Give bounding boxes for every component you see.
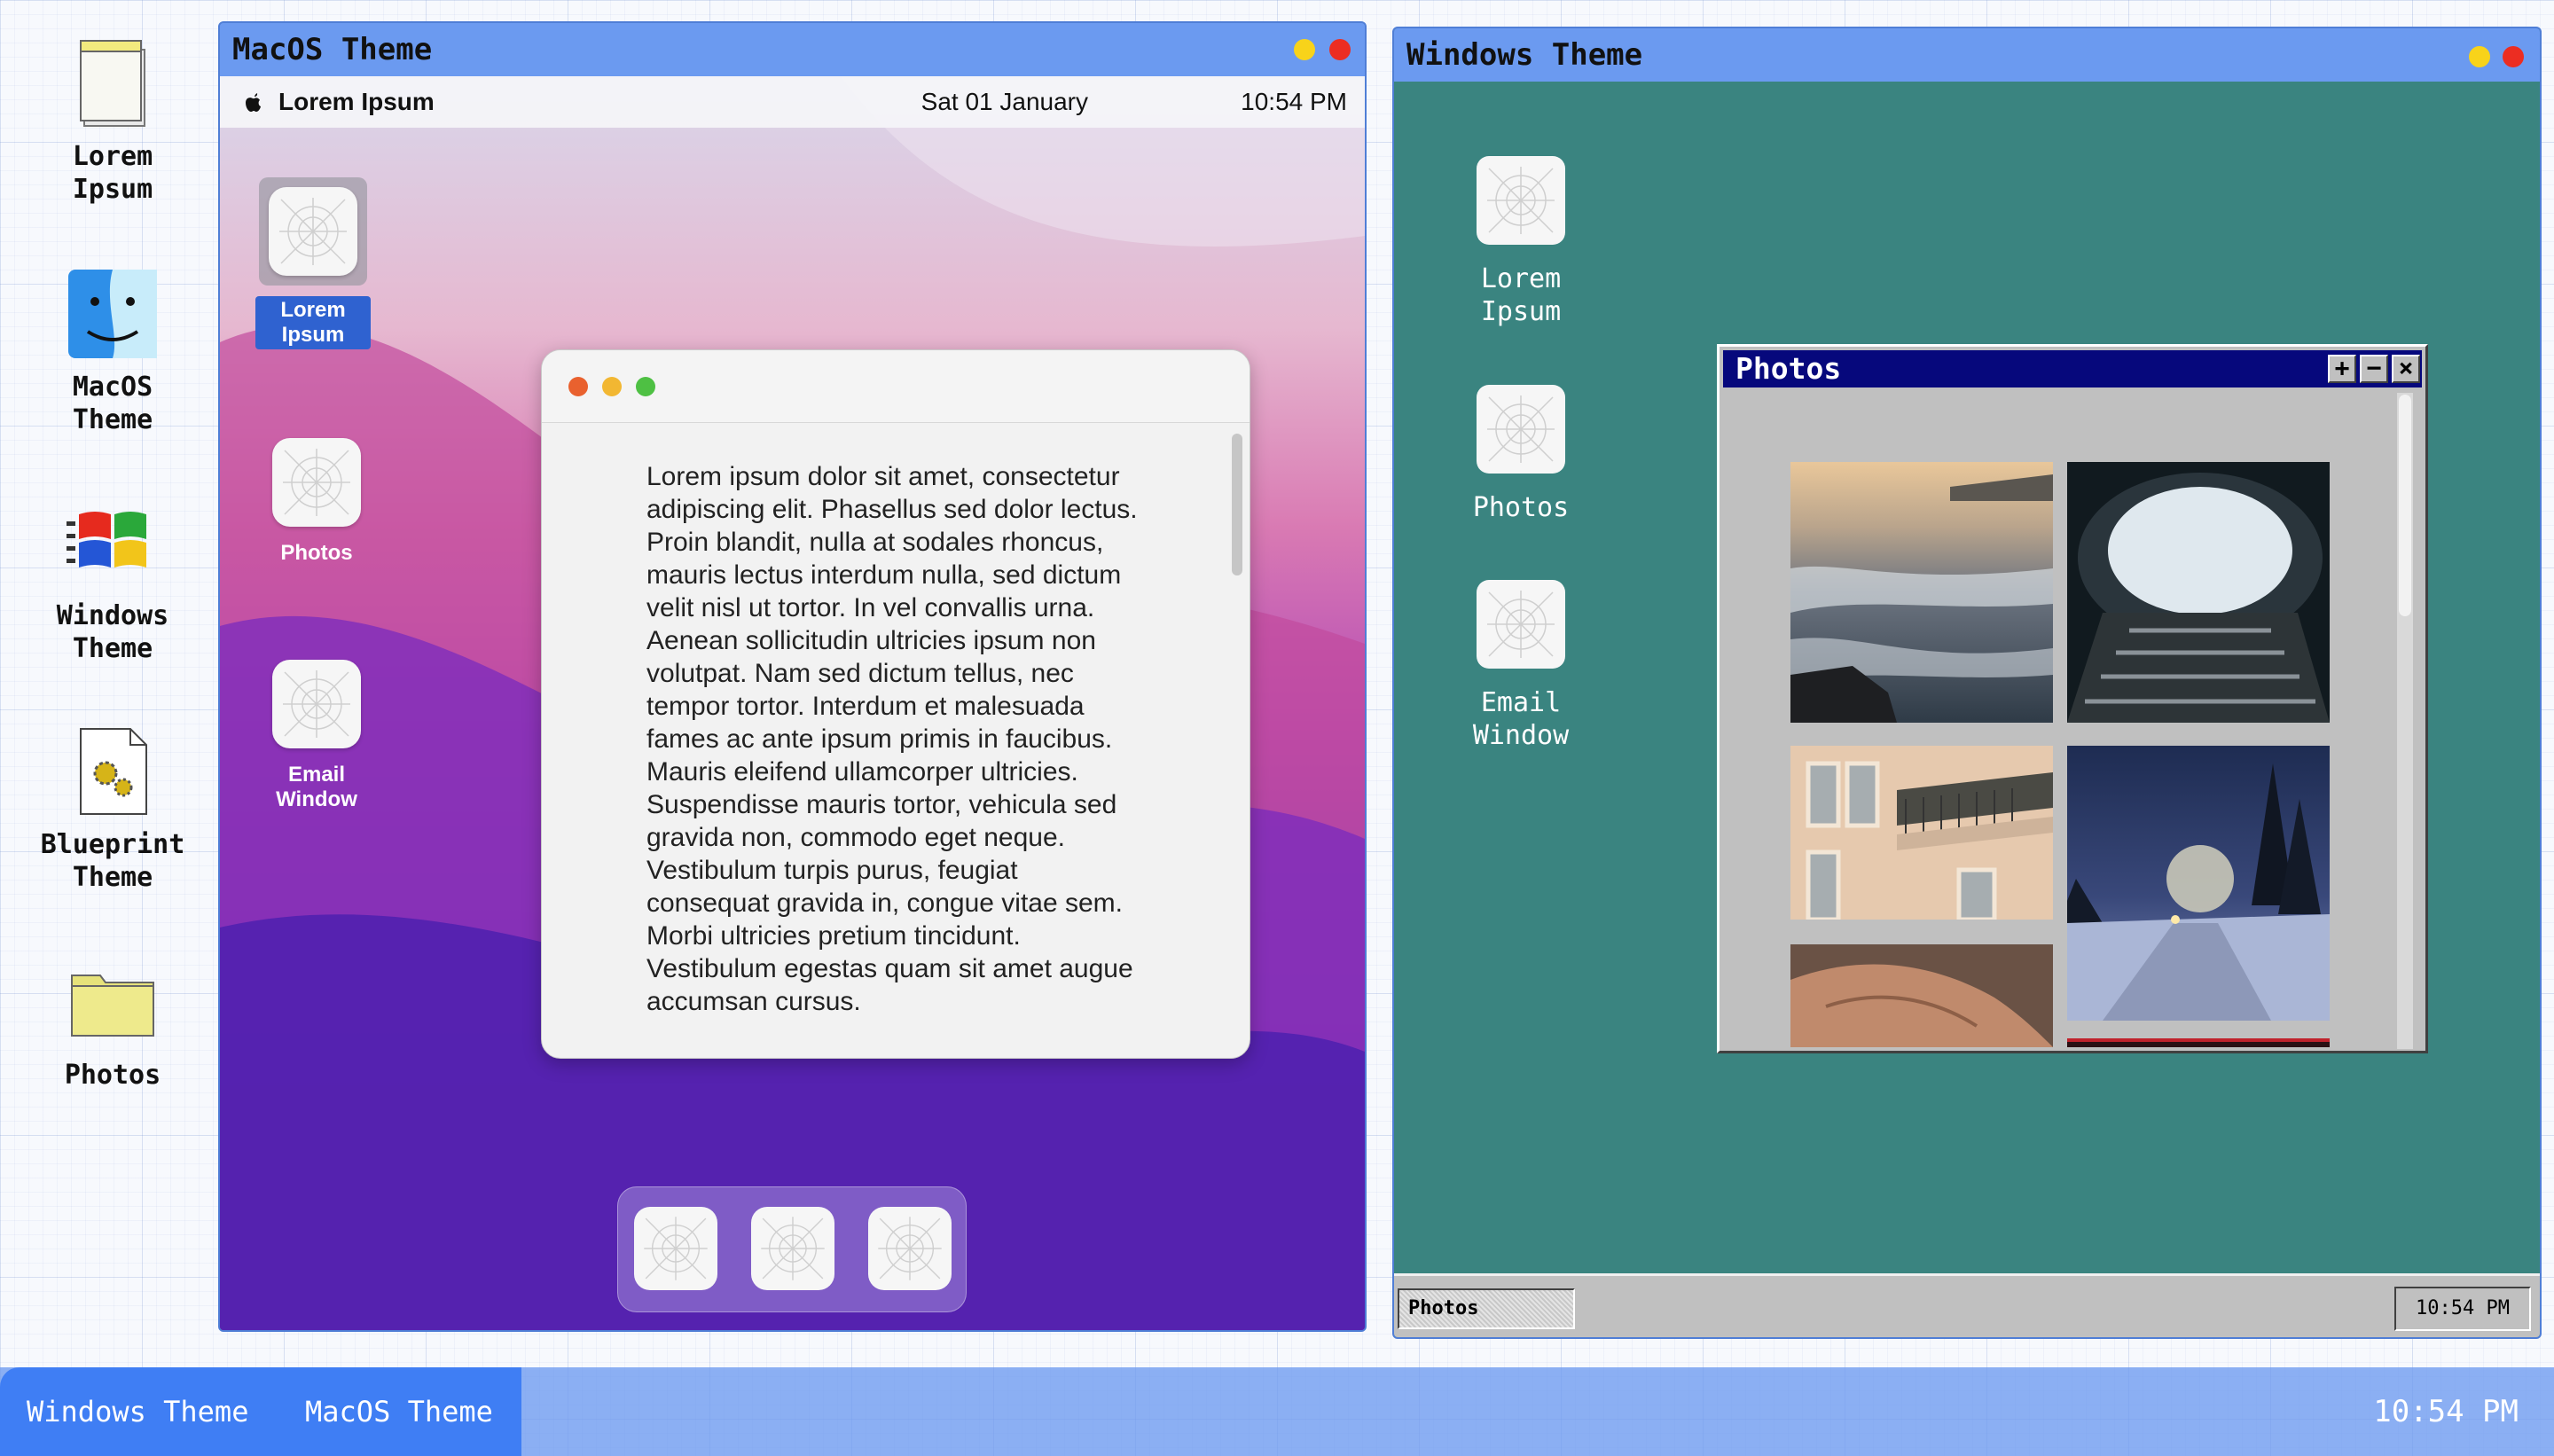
- finder-icon: [65, 266, 161, 362]
- photo-tunnel[interactable]: [2067, 462, 2330, 723]
- window-title: MacOS Theme: [232, 32, 433, 67]
- zoom-button[interactable]: [636, 377, 655, 396]
- lorem-ipsum-text: Lorem ipsum dolor sit amet, consectetur …: [646, 462, 1138, 1016]
- win-icon-photos[interactable]: Photos: [1445, 385, 1596, 524]
- scrollbar-thumb[interactable]: [2399, 395, 2411, 616]
- maximize-button[interactable]: +: [2328, 355, 2356, 383]
- taskbar-photos-button[interactable]: Photos: [1398, 1288, 1575, 1329]
- desktop-icon-macos-theme[interactable]: MacOS Theme: [21, 266, 204, 436]
- photo-building-balcony[interactable]: [1790, 746, 2053, 920]
- desktop-icon-label: MacOS Theme: [72, 372, 153, 435]
- main-taskbar: Windows Theme MacOS Theme 10:54 PM: [0, 1367, 2554, 1456]
- dock-item-2[interactable]: [751, 1207, 834, 1290]
- dock-item-3[interactable]: [868, 1207, 952, 1290]
- minimize-button[interactable]: [602, 377, 622, 396]
- win-icon-email-window[interactable]: Email Window: [1445, 580, 1596, 752]
- mac-icon-photos[interactable]: Photos: [259, 438, 374, 566]
- windows-taskbar: Photos 10:54 PM: [1394, 1273, 2540, 1337]
- photos-window-title: Photos: [1735, 351, 1842, 386]
- taskbar-item-windows-theme[interactable]: Windows Theme: [27, 1367, 248, 1456]
- window-title: Windows Theme: [1406, 37, 1643, 73]
- dock-item-1[interactable]: [634, 1207, 717, 1290]
- app-placeholder-icon: [269, 187, 357, 276]
- desktop-icon-blueprint-theme[interactable]: Blueprint Theme: [21, 724, 204, 894]
- minimize-button[interactable]: [2469, 46, 2490, 67]
- photo-sea-sunset[interactable]: [1790, 462, 2053, 723]
- menubar-app-name[interactable]: Lorem Ipsum: [278, 76, 435, 128]
- taskbar-clock: 10:54 PM: [2373, 1394, 2519, 1429]
- folder-icon: [65, 954, 161, 1050]
- app-placeholder-icon: [878, 1217, 942, 1280]
- icon-label: Lorem Ipsum: [255, 296, 371, 349]
- apple-icon[interactable]: [239, 89, 266, 115]
- taskbar-clock: 10:54 PM: [2394, 1287, 2531, 1331]
- macos-menu-bar: Lorem Ipsum Sat 01 January 10:54 PM: [220, 76, 1365, 128]
- macos-theme-window[interactable]: MacOS Theme Lorem Ipsum Sat 01 January 1…: [218, 21, 1367, 1332]
- app-placeholder-icon: [1477, 580, 1565, 669]
- windows-flag-icon: [65, 495, 161, 591]
- menubar-date: Sat 01 January: [921, 88, 1088, 115]
- photo-partial[interactable]: [2067, 1038, 2330, 1047]
- minimize-button[interactable]: [1294, 39, 1315, 60]
- app-placeholder-icon: [761, 1217, 825, 1280]
- macos-desktop: Lorem Ipsum Sat 01 January 10:54 PM Lore…: [220, 76, 1365, 1330]
- desktop-icon-label: Blueprint Theme: [40, 829, 185, 893]
- desktop-icon-label: Windows Theme: [56, 600, 169, 664]
- icon-label: Photos: [1472, 492, 1570, 523]
- icon-label: Photos: [280, 541, 353, 565]
- menubar-time: 10:54 PM: [1241, 88, 1347, 115]
- close-button[interactable]: ×: [2392, 355, 2420, 383]
- notepad-icon: [65, 35, 161, 131]
- window-title-bar[interactable]: Windows Theme: [1394, 28, 2540, 82]
- photo-snowy-night-road[interactable]: [2067, 746, 2330, 1021]
- app-placeholder-icon: [1477, 385, 1565, 474]
- text-window-title-bar[interactable]: [542, 350, 1250, 423]
- scrollbar[interactable]: [2397, 393, 2413, 1049]
- win-icon-lorem-ipsum[interactable]: Lorem Ipsum: [1445, 156, 1596, 328]
- mac-icon-email-window[interactable]: Email Window: [259, 660, 374, 812]
- close-button[interactable]: [1329, 39, 1351, 60]
- icon-label: Email Window: [276, 763, 357, 811]
- scrollbar-thumb[interactable]: [1232, 434, 1242, 575]
- close-button[interactable]: [568, 377, 588, 396]
- settings-file-icon: [65, 724, 161, 819]
- icon-label: Lorem Ipsum: [1480, 263, 1562, 327]
- desktop-icon-lorem-ipsum[interactable]: Lorem Ipsum: [21, 35, 204, 206]
- icon-label: Email Window: [1472, 687, 1570, 751]
- desktop-icon-label: Lorem Ipsum: [72, 141, 153, 205]
- windows-desktop: Lorem Ipsum Photos Email Window Photos + −…: [1394, 82, 2540, 1273]
- window-title-bar[interactable]: MacOS Theme: [220, 23, 1365, 76]
- desktop-icon-label: Photos: [64, 1060, 161, 1091]
- app-placeholder-icon: [644, 1217, 708, 1280]
- taskbar-item-macos-theme[interactable]: MacOS Theme: [305, 1367, 493, 1456]
- mac-text-window[interactable]: Lorem ipsum dolor sit amet, consectetur …: [541, 349, 1250, 1059]
- desktop-icon-photos[interactable]: Photos: [21, 954, 204, 1092]
- windows-theme-window[interactable]: Windows Theme Lorem Ipsum Photos Email Win…: [1392, 27, 2542, 1339]
- app-placeholder-icon: [272, 438, 361, 527]
- app-placeholder-icon: [1477, 156, 1565, 245]
- desktop-icon-windows-theme[interactable]: Windows Theme: [21, 495, 204, 665]
- mac-icon-lorem-ipsum[interactable]: Lorem Ipsum: [255, 177, 371, 349]
- scrollbar[interactable]: [1232, 430, 1242, 1051]
- photo-hand[interactable]: [1790, 944, 2053, 1047]
- photos-title-bar[interactable]: Photos: [1723, 350, 2422, 387]
- macos-dock: [617, 1186, 967, 1312]
- app-placeholder-icon: [272, 660, 361, 748]
- photos-window[interactable]: Photos + − ×: [1717, 344, 2428, 1053]
- minimize-button[interactable]: −: [2360, 355, 2388, 383]
- close-button[interactable]: [2503, 46, 2524, 67]
